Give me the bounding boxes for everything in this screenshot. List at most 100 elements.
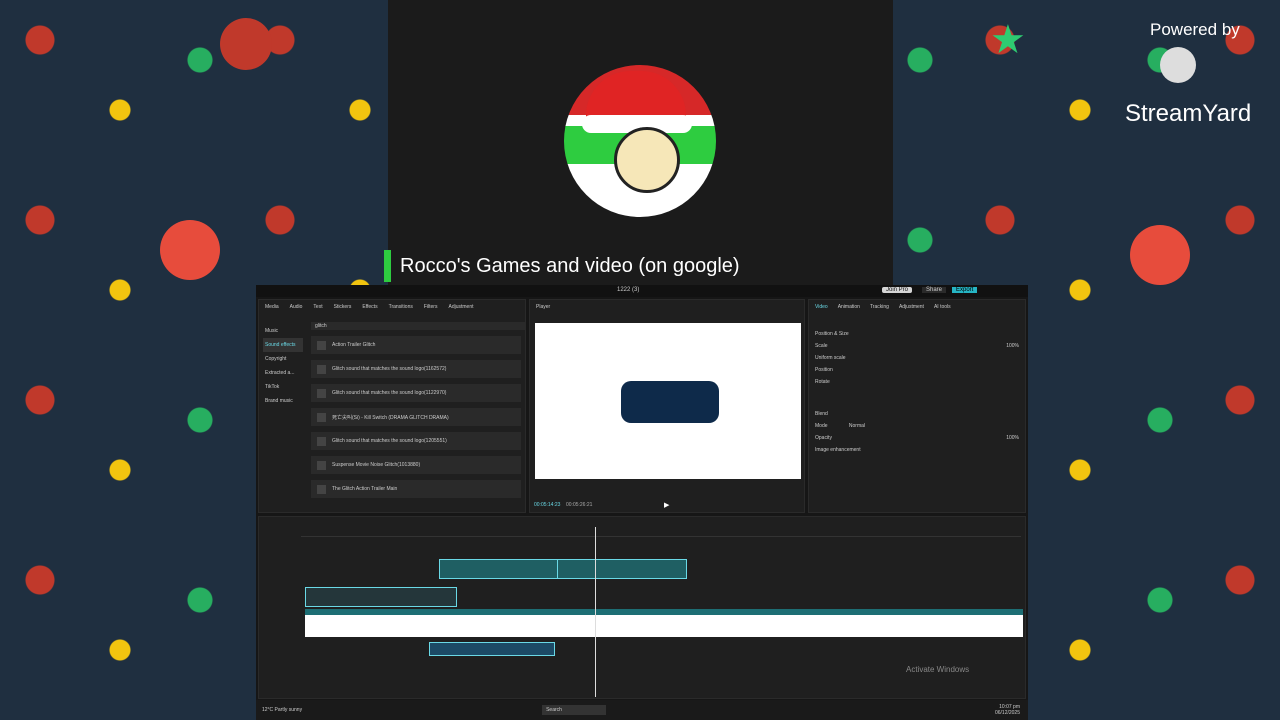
- player-label: Player: [536, 304, 551, 310]
- tab-filters[interactable]: Filters: [424, 304, 438, 310]
- windows-taskbar: 12°C Partly sunny Search 10:07 pm 06/12/2…: [256, 700, 1028, 720]
- avatar: [564, 65, 716, 217]
- media-tabs: Media Audio Text Stickers Effects Transi…: [259, 300, 525, 314]
- player-panel: Player 00:05:14:23 00:05:26:21 ▶: [529, 299, 805, 513]
- streamyard-logo-icon: [1160, 47, 1196, 83]
- timeline-playhead[interactable]: [595, 527, 596, 697]
- app-titlebar: 1222 (3) Join Pro Share Export: [256, 285, 1028, 297]
- list-item[interactable]: The Glitch Action Trailer Main: [311, 480, 521, 498]
- windows-watermark: Activate Windows: [906, 665, 970, 674]
- list-item-label: Suspense Movie Noise Glitch(1013880): [332, 462, 421, 468]
- timeline-clip[interactable]: [429, 642, 555, 656]
- audio-icon: [317, 436, 326, 446]
- opacity-value[interactable]: 100%: [1006, 435, 1019, 441]
- player-total-time: 00:05:26:21: [566, 502, 593, 508]
- tab-audio[interactable]: Audio: [290, 304, 303, 310]
- position-size-heading: Position & Size: [815, 331, 849, 337]
- list-item-label: Glitch sound that matches the sound logo…: [332, 438, 447, 444]
- mode-row: Mode Normal: [809, 420, 1025, 432]
- drawing-preview: [621, 381, 719, 423]
- channel-name: Rocco's Games and video (on google): [400, 254, 740, 277]
- blend-heading: Blend: [815, 411, 828, 417]
- audio-results: Action Trailer Glitch Glitch sound that …: [311, 336, 521, 504]
- opacity-label: Opacity: [815, 435, 832, 441]
- audio-icon: [317, 388, 326, 398]
- audio-icon: [317, 364, 326, 374]
- list-item-label: The Glitch Action Trailer Main: [332, 486, 398, 492]
- scale-label: Scale: [815, 343, 828, 349]
- tab-effects[interactable]: Effects: [362, 304, 377, 310]
- ornament-icon: [160, 220, 220, 280]
- preview-canvas: [535, 323, 801, 479]
- list-item[interactable]: Action Trailer Glitch: [311, 336, 521, 354]
- tab-stickers[interactable]: Stickers: [334, 304, 352, 310]
- position-label: Position: [815, 367, 833, 373]
- export-button[interactable]: Export: [952, 287, 978, 293]
- timeline-ruler: [301, 530, 1021, 537]
- ornament-icon: [1130, 225, 1190, 285]
- santa-hat-icon: [586, 71, 686, 121]
- image-enhancement-label: Image enhancement: [815, 447, 861, 453]
- audio-icon: [317, 340, 326, 350]
- tab-text[interactable]: Text: [313, 304, 322, 310]
- tab-tracking[interactable]: Tracking: [870, 304, 889, 310]
- shared-screen: 1222 (3) Join Pro Share Export Media Aud…: [256, 285, 1028, 720]
- list-item[interactable]: Glitch sound that matches the sound logo…: [311, 360, 521, 378]
- project-title: 1222 (3): [617, 287, 640, 293]
- play-icon[interactable]: ▶: [664, 501, 669, 509]
- category-music[interactable]: Music: [263, 324, 303, 338]
- category-brand-music[interactable]: Brand music: [263, 394, 303, 408]
- mode-select[interactable]: Normal: [849, 423, 865, 429]
- category-extracted[interactable]: Extracted a...: [263, 366, 303, 380]
- audio-icon: [317, 412, 326, 422]
- join-pro-button[interactable]: Join Pro: [882, 287, 913, 293]
- streamyard-brand: StreamYard: [1125, 100, 1252, 127]
- list-item[interactable]: Suspense Movie Noise Glitch(1013880): [311, 456, 521, 474]
- taskbar-clock[interactable]: 10:07 pm 06/12/2025: [995, 704, 1020, 716]
- media-panel: Media Audio Text Stickers Effects Transi…: [258, 299, 526, 513]
- tab-video[interactable]: Video: [815, 304, 828, 310]
- taskbar-search-input[interactable]: Search: [542, 705, 607, 715]
- clock-date: 06/12/2025: [994, 710, 1020, 716]
- rotate-label: Rotate: [815, 379, 830, 385]
- category-tiktok[interactable]: TikTok: [263, 380, 303, 394]
- timeline-clip[interactable]: [439, 559, 559, 579]
- name-banner: Rocco's Games and video (on google): [384, 250, 746, 282]
- scale-value[interactable]: 100%: [1006, 343, 1019, 349]
- tab-transitions[interactable]: Transitions: [389, 304, 413, 310]
- audio-icon: [317, 460, 326, 470]
- player-current-time: 00:05:14:23: [534, 502, 561, 508]
- tab-adjustment[interactable]: Adjustment: [448, 304, 473, 310]
- timeline-clip[interactable]: [305, 587, 457, 607]
- share-button[interactable]: Share: [922, 287, 947, 293]
- list-item-label: Action Trailer Glitch: [332, 342, 376, 348]
- properties-panel: Video Animation Tracking Adjustment AI t…: [808, 299, 1026, 513]
- audio-search-input[interactable]: glitch: [311, 322, 525, 330]
- list-item[interactable]: Glitch sound that matches the sound logo…: [311, 432, 521, 450]
- list-item-label: 死亡尖叫(Si) - Kill Switch (DRAMA GLITCH DRA…: [332, 414, 449, 421]
- star-icon: ★: [990, 18, 1026, 62]
- powered-by-label: Powered by: [1150, 20, 1240, 39]
- audio-icon: [317, 484, 326, 494]
- timeline-clip[interactable]: [557, 559, 687, 579]
- name-banner-accent: [384, 250, 391, 282]
- uniform-scale-label: Uniform scale: [815, 355, 846, 361]
- opacity-row: Opacity 100%: [809, 432, 1025, 444]
- list-item[interactable]: 死亡尖叫(Si) - Kill Switch (DRAMA GLITCH DRA…: [311, 408, 521, 426]
- list-item-label: Glitch sound that matches the sound logo…: [332, 390, 447, 396]
- tab-animation[interactable]: Animation: [838, 304, 860, 310]
- list-item-label: Glitch sound that matches the sound logo…: [332, 366, 447, 372]
- list-item[interactable]: Glitch sound that matches the sound logo…: [311, 384, 521, 402]
- audio-category-list: Music Sound effects Copyright Extracted …: [263, 324, 303, 408]
- category-copyright[interactable]: Copyright: [263, 352, 303, 366]
- ornament-icon: [220, 18, 272, 70]
- properties-tabs: Video Animation Tracking Adjustment AI t…: [809, 300, 1025, 314]
- scale-row: Scale 100%: [809, 340, 1025, 352]
- weather-widget[interactable]: 12°C Partly sunny: [262, 707, 302, 713]
- mode-label: Mode: [815, 423, 828, 429]
- tab-adjustment[interactable]: Adjustment: [899, 304, 924, 310]
- timeline-main-track[interactable]: [305, 615, 1023, 637]
- tab-media[interactable]: Media: [265, 304, 279, 310]
- category-sound-effects[interactable]: Sound effects: [263, 338, 303, 352]
- tab-ai-tools[interactable]: AI tools: [934, 304, 951, 310]
